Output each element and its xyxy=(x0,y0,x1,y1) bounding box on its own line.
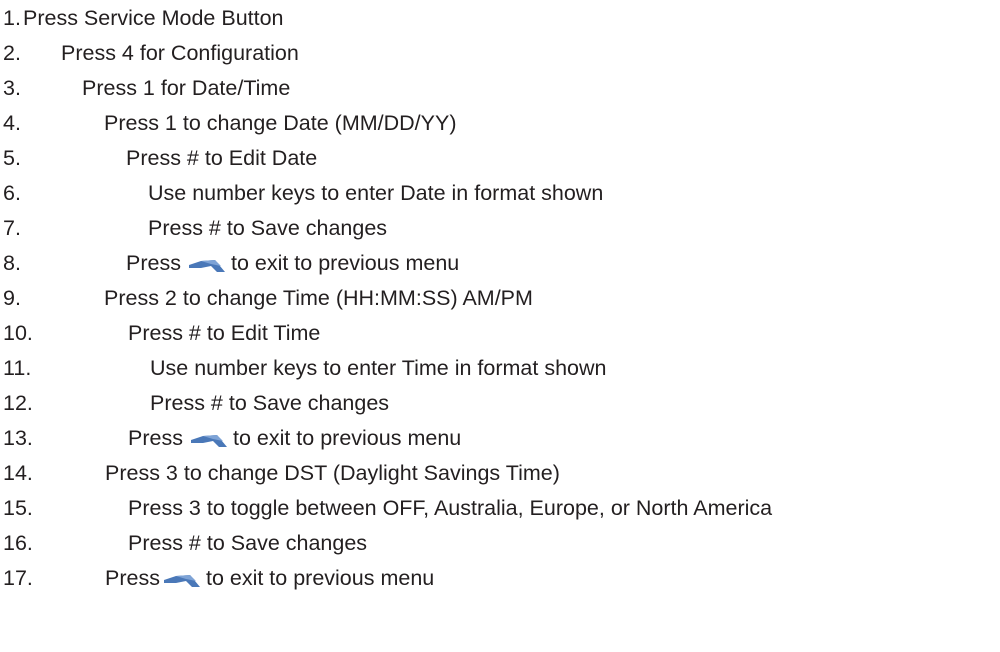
step-text: Press # to Edit Time xyxy=(128,321,321,345)
step-text: Press Service Mode Button xyxy=(23,6,284,30)
step-number: 11. xyxy=(3,356,32,380)
step-text: Press # to Save changes xyxy=(128,531,368,555)
instruction-list: 1. Press Service Mode Button 2. Press 4 … xyxy=(0,0,1000,652)
step-text-after: to exit to previous menu xyxy=(232,426,462,450)
step-text-before: Press xyxy=(105,566,160,590)
step-text-before: Press xyxy=(126,251,181,275)
step-text: Use number keys to enter Date in format … xyxy=(148,181,604,205)
step-number: 5. xyxy=(3,146,21,170)
step-text: Press 2 to change Time (HH:MM:SS) AM/PM xyxy=(104,286,533,310)
step-text: Press to exit to previous menu xyxy=(105,560,434,596)
step-number: 12. xyxy=(3,391,33,415)
back-arrow-icon xyxy=(188,260,225,273)
back-arrow-icon xyxy=(190,435,227,448)
step-text: Press 4 for Configuration xyxy=(61,41,299,65)
step-text: Press 3 to toggle between OFF, Australia… xyxy=(128,496,773,520)
step-number: 9. xyxy=(3,286,21,310)
step-number: 10. xyxy=(3,321,33,345)
step-number: 8. xyxy=(3,251,21,275)
step-text: Press 1 for Date/Time xyxy=(82,76,291,100)
step-text: Press # to Save changes xyxy=(148,216,388,240)
step-number: 3. xyxy=(3,76,21,100)
step-number: 15. xyxy=(3,496,33,520)
step-number: 14. xyxy=(3,461,33,485)
step-number: 7. xyxy=(3,216,21,240)
step-text-after: to exit to previous menu xyxy=(205,566,435,590)
step-text: Press 3 to change DST (Daylight Savings … xyxy=(105,461,560,485)
step-number: 17. xyxy=(3,566,33,590)
step-number: 6. xyxy=(3,181,21,205)
step-text: Press to exit to previous menu xyxy=(126,245,459,281)
step-number: 1. xyxy=(3,6,21,30)
back-arrow-icon xyxy=(163,575,200,588)
step-number: 4. xyxy=(3,111,21,135)
step-text: Press # to Save changes xyxy=(150,391,390,415)
step-text-after: to exit to previous menu xyxy=(230,251,460,275)
step-text-before: Press xyxy=(128,426,183,450)
step-text: Use number keys to enter Time in format … xyxy=(150,356,607,380)
step-text: Press # to Edit Date xyxy=(126,146,318,170)
step-number: 13. xyxy=(3,426,33,450)
step-number: 16. xyxy=(3,531,33,555)
step-number: 2. xyxy=(3,41,21,65)
step-text: Press 1 to change Date (MM/DD/YY) xyxy=(104,111,457,135)
step-text: Press to exit to previous menu xyxy=(128,420,461,456)
